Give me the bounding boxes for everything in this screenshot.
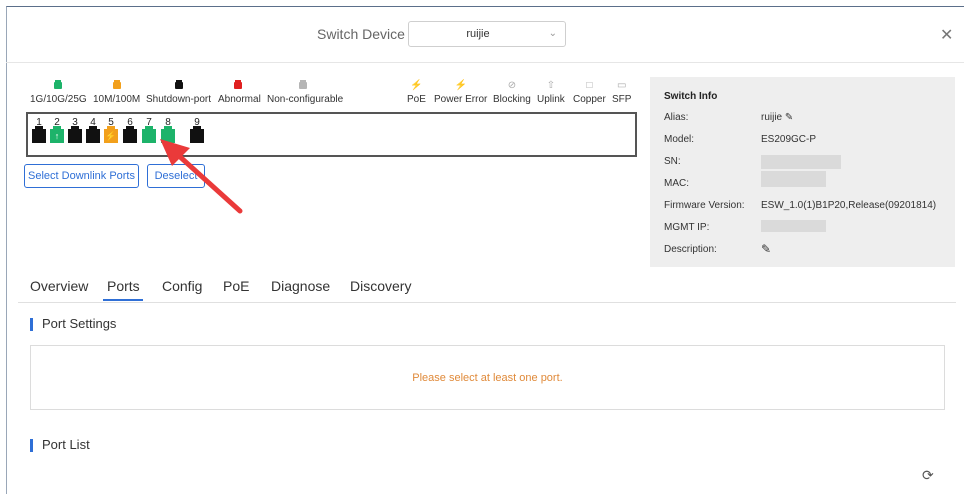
switch-info-title: Switch Info [664, 91, 718, 102]
port-block[interactable] [32, 126, 46, 143]
port-block[interactable] [142, 126, 156, 143]
copper-icon: □ [586, 80, 593, 91]
port-3[interactable]: 3 [68, 118, 82, 143]
model-value: ES209GC-P [761, 134, 817, 145]
edit-icon[interactable]: ✎ [761, 242, 771, 256]
edit-icon[interactable]: ✎ [785, 112, 793, 123]
sn-label: SN: [664, 156, 681, 167]
dialog-header: Switch Device ruijie ⌄ ✕ [0, 0, 970, 62]
port-5[interactable]: 5 ⚡ [104, 118, 118, 143]
blocking-icon: ⊘ [507, 80, 517, 91]
legend-power-error: ⚡ Power Error [434, 80, 488, 105]
section-accent [30, 439, 33, 452]
legend-swatch [299, 80, 307, 89]
model-label: Model: [664, 134, 695, 145]
port-block[interactable] [123, 126, 137, 143]
tab-bar: Overview Ports Config PoE Diagnose Disco… [18, 272, 956, 303]
tab-diagnose[interactable]: Diagnose [271, 278, 330, 294]
tab-discovery[interactable]: Discovery [350, 278, 411, 294]
poe-icon: ⚡ [410, 80, 423, 91]
port-9[interactable]: 9 [190, 118, 204, 143]
tab-ports[interactable]: Ports [107, 278, 140, 294]
legend-swatch [54, 80, 62, 89]
port-7[interactable]: 7 [142, 118, 156, 143]
uplink-icon: ⇧ [546, 80, 556, 91]
switch-info-panel: Switch Info Alias: ruijie ✎ Model: ES209… [650, 77, 955, 267]
alias-value: ruijie ✎ [761, 112, 794, 123]
port-block[interactable] [190, 126, 204, 143]
port-settings-box: Please select at least one port. [30, 345, 945, 410]
header-divider [6, 62, 964, 63]
sfp-icon: ▭ [617, 80, 627, 91]
legend-poe: ⚡ PoE [407, 80, 426, 105]
port-settings-title: Port Settings [42, 316, 117, 331]
active-tab-indicator [103, 299, 143, 301]
legend-sfp: ▭ SFP [612, 80, 632, 105]
poe-icon[interactable]: ⚡ [104, 126, 118, 143]
close-icon[interactable]: ✕ [940, 25, 953, 45]
port-block[interactable] [86, 126, 100, 143]
legend-blocking: ⊘ Blocking [493, 80, 531, 105]
switch-device-select[interactable]: ruijie ⌄ [408, 21, 566, 47]
switch-device-label: Switch Device [317, 26, 405, 42]
mac-label: MAC: [664, 178, 689, 189]
tab-overview[interactable]: Overview [30, 278, 88, 294]
deselect-button[interactable]: Deselect [147, 164, 205, 188]
legend-copper: □ Copper [573, 80, 606, 105]
mgmt-ip-value-redacted [761, 220, 826, 232]
port-2[interactable]: 2 ↑ [50, 118, 64, 143]
switch-port-panel: 1 2 ↑ 3 4 5 ⚡ 6 7 8 9 [26, 112, 637, 157]
firmware-label: Firmware Version: [664, 200, 745, 211]
section-accent [30, 318, 33, 331]
legend-swatch [234, 80, 242, 89]
tab-config[interactable]: Config [162, 278, 202, 294]
mac-value-redacted [761, 171, 826, 187]
tab-poe[interactable]: PoE [223, 278, 249, 294]
refresh-icon[interactable]: ⟳ [922, 467, 934, 484]
port-block[interactable] [68, 126, 82, 143]
port-4[interactable]: 4 [86, 118, 100, 143]
firmware-value: ESW_1.0(1)B1P20,Release(09201814) [761, 200, 937, 211]
select-port-message: Please select at least one port. [412, 372, 563, 384]
alias-label: Alias: [664, 112, 689, 123]
port-list-title: Port List [42, 437, 90, 452]
port-6[interactable]: 6 [123, 118, 137, 143]
switch-device-value: ruijie [466, 28, 490, 40]
uplink-icon[interactable]: ↑ [50, 126, 64, 143]
mgmt-ip-label: MGMT IP: [664, 222, 710, 233]
sn-value-redacted [761, 155, 841, 169]
description-label: Description: [664, 244, 717, 255]
port-block[interactable] [161, 126, 175, 143]
select-downlink-ports-button[interactable]: Select Downlink Ports [24, 164, 139, 188]
chevron-down-icon: ⌄ [548, 28, 557, 39]
legend-swatch [175, 80, 183, 89]
legend-swatch [113, 80, 121, 89]
legend-uplink: ⇧ Uplink [537, 80, 565, 105]
port-8[interactable]: 8 [161, 118, 175, 143]
port-1[interactable]: 1 [32, 118, 46, 143]
power-error-icon: ⚡ [454, 80, 467, 91]
